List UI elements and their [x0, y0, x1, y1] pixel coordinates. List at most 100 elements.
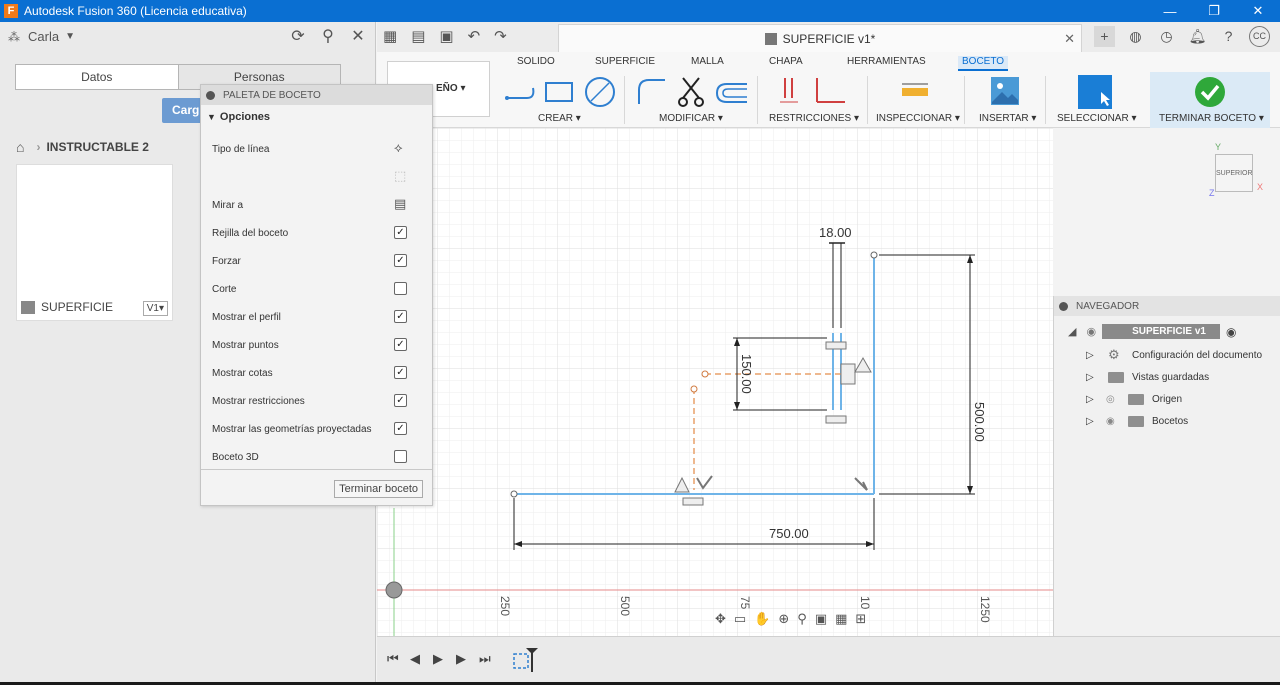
- navigator-root-label[interactable]: SUPERFICIE v1: [1102, 324, 1220, 339]
- save-icon[interactable]: ▣: [439, 27, 453, 45]
- origin-point[interactable]: [385, 581, 403, 599]
- group-inspeccionar[interactable]: INSPECCIONAR ▾: [876, 113, 960, 124]
- search-icon[interactable]: ⚲: [319, 26, 337, 46]
- help-icon[interactable]: ?: [1218, 26, 1239, 47]
- orbit-icon[interactable]: ✥: [715, 611, 726, 627]
- trim-scissors-icon[interactable]: [677, 76, 707, 108]
- group-restricciones[interactable]: RESTRICCIONES ▾: [769, 113, 859, 124]
- play-icon[interactable]: ▶: [433, 651, 443, 667]
- palette-option-checkbox[interactable]: ✓: [394, 394, 407, 407]
- select-tool-icon[interactable]: [1077, 74, 1113, 110]
- expand-arrow-icon[interactable]: ▷: [1086, 394, 1096, 405]
- viewcube[interactable]: SUPERIOR Y X Z: [1205, 142, 1271, 202]
- line-type-icon[interactable]: ⟡: [394, 140, 407, 155]
- eye-hidden-icon[interactable]: ◎: [1106, 394, 1122, 405]
- palette-option-checkbox[interactable]: ✓: [394, 226, 407, 239]
- line-tool-icon[interactable]: [503, 80, 539, 104]
- breadcrumb-project[interactable]: INSTRUCTABLE 2: [46, 140, 148, 154]
- avatar[interactable]: CC: [1249, 26, 1270, 47]
- home-icon[interactable]: ⌂: [16, 139, 24, 155]
- sketch-point[interactable]: [870, 251, 878, 259]
- sketch-point[interactable]: [510, 490, 518, 498]
- go-to-start-icon[interactable]: ⏮: [387, 651, 399, 667]
- viewcube-face-superior[interactable]: SUPERIOR: [1215, 154, 1253, 192]
- horizontal-constraint-glyph[interactable]: [682, 497, 704, 506]
- navigator-root[interactable]: ◢ ◉ SUPERFICIE v1 ◉: [1068, 324, 1236, 339]
- display-settings-icon[interactable]: ▣: [815, 611, 827, 627]
- palette-option-checkbox[interactable]: ✓: [394, 338, 407, 351]
- finish-sketch-button[interactable]: Terminar boceto: [334, 480, 423, 498]
- close-button[interactable]: ✕: [1236, 0, 1280, 22]
- fillet-tool-icon[interactable]: [635, 76, 667, 106]
- activate-radio-icon[interactable]: ◉: [1226, 325, 1236, 339]
- expand-arrow-icon[interactable]: ▷: [1086, 416, 1096, 427]
- eye-icon[interactable]: ◉: [1106, 416, 1122, 427]
- tab-malla[interactable]: MALLA: [691, 56, 724, 67]
- notifications-icon[interactable]: 🔔︎: [1187, 26, 1208, 47]
- sketch-point[interactable]: [690, 385, 698, 393]
- group-seleccionar[interactable]: SELECCIONAR ▾: [1057, 113, 1136, 124]
- offset-tool-icon[interactable]: [715, 80, 749, 106]
- palette-option-checkbox[interactable]: ✓: [394, 310, 407, 323]
- new-tab-icon[interactable]: +: [1094, 26, 1115, 47]
- navigator-item-config[interactable]: ▷ ⚙ Configuración del documento: [1086, 345, 1262, 365]
- dimension-150[interactable]: 150.00: [739, 354, 754, 394]
- viewports-icon[interactable]: ⊞: [855, 611, 866, 627]
- collapse-triangle-icon[interactable]: ◢: [1068, 325, 1076, 338]
- redo-icon[interactable]: ↷: [494, 27, 507, 45]
- group-terminar-boceto[interactable]: TERMINAR BOCETO ▾: [1159, 113, 1264, 124]
- navigator-item-bocetos[interactable]: ▷ ◉ Bocetos: [1086, 411, 1188, 431]
- finish-sketch-check-icon[interactable]: [1194, 76, 1226, 108]
- document-tab[interactable]: SUPERFICIE v1* ✕: [558, 24, 1082, 52]
- step-forward-icon[interactable]: ▶: [456, 651, 466, 667]
- apps-grid-icon[interactable]: ▦: [383, 27, 397, 45]
- group-insertar[interactable]: INSERTAR ▾: [979, 113, 1036, 124]
- zoom-window-icon[interactable]: ⚲: [797, 611, 807, 627]
- collapse-icon[interactable]: [1059, 301, 1068, 311]
- refresh-icon[interactable]: ⟳: [289, 26, 307, 46]
- close-icon[interactable]: ✕: [349, 26, 367, 46]
- options-section[interactable]: ▼ Opciones: [201, 105, 432, 129]
- navigator-header[interactable]: NAVEGADOR: [1054, 296, 1280, 316]
- expand-arrow-icon[interactable]: ▷: [1086, 372, 1096, 383]
- undo-icon[interactable]: ↶: [468, 27, 481, 45]
- extensions-icon[interactable]: ◍: [1125, 26, 1146, 47]
- tab-chapa[interactable]: CHAPA: [769, 56, 803, 67]
- navigator-item-origen[interactable]: ▷ ◎ Origen: [1086, 389, 1182, 409]
- minimize-button[interactable]: —: [1148, 0, 1192, 22]
- palette-option-checkbox[interactable]: ✓: [394, 422, 407, 435]
- file-menu-icon[interactable]: ▤: [411, 27, 425, 45]
- expand-arrow-icon[interactable]: ▷: [1086, 350, 1096, 361]
- insert-image-icon[interactable]: [990, 76, 1020, 106]
- tab-solido[interactable]: SOLIDO: [517, 56, 555, 67]
- zoom-icon[interactable]: ⊕: [778, 611, 789, 627]
- design-canvas[interactable]: 750.00 500.00 150.00 18.00 250 500 75 10…: [377, 128, 1053, 636]
- step-back-icon[interactable]: ◀: [410, 651, 420, 667]
- dimension-750[interactable]: 750.00: [769, 526, 809, 541]
- go-to-end-icon[interactable]: ⏭: [479, 651, 491, 667]
- slice-icon[interactable]: ⬚: [394, 168, 407, 183]
- group-crear[interactable]: CREAR ▾: [538, 113, 581, 124]
- palette-option-checkbox[interactable]: [394, 282, 407, 295]
- design-card[interactable]: SUPERFICIE V1▾: [16, 164, 173, 321]
- rectangle-tool-icon[interactable]: [543, 80, 575, 104]
- parallel-constraint-glyph[interactable]: [840, 363, 856, 385]
- circle-tool-icon[interactable]: [584, 76, 616, 108]
- tab-superficie[interactable]: SUPERFICIE: [595, 56, 655, 67]
- palette-option-checkbox[interactable]: ✓: [394, 254, 407, 267]
- job-status-icon[interactable]: ◷: [1156, 26, 1177, 47]
- tab-herramientas[interactable]: HERRAMIENTAS: [847, 56, 926, 67]
- measure-tool-icon[interactable]: [900, 82, 930, 102]
- horizontal-constraint-glyph[interactable]: [825, 415, 847, 424]
- close-tab-icon[interactable]: ✕: [1064, 31, 1075, 47]
- look-at-icon[interactable]: ▤: [394, 196, 407, 211]
- group-modificar[interactable]: MODIFICAR ▾: [659, 113, 723, 124]
- tab-datos[interactable]: Datos: [16, 65, 178, 89]
- version-dropdown[interactable]: V1▾: [142, 301, 168, 316]
- eye-icon[interactable]: ◉: [1086, 325, 1096, 338]
- horizontal-constraint-glyph[interactable]: [825, 341, 847, 350]
- look-at-icon[interactable]: ▭: [734, 611, 746, 627]
- sketch-point[interactable]: [701, 370, 709, 378]
- dimension-18[interactable]: 18.00: [819, 225, 852, 240]
- perpendicular-constraint-icon[interactable]: [813, 76, 847, 106]
